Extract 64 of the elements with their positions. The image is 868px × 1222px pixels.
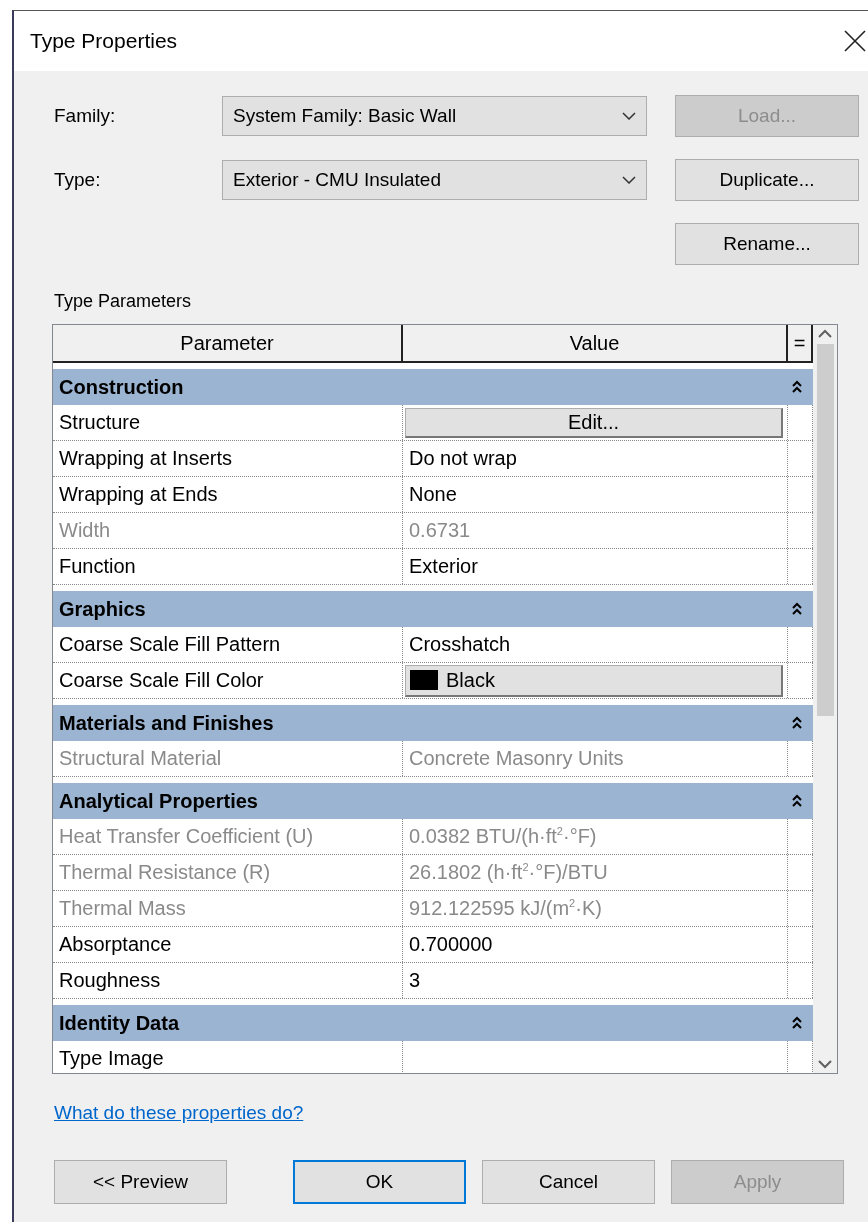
close-icon[interactable] [844,30,866,52]
section-label: Type Parameters [54,291,193,312]
group-header[interactable]: Construction [53,369,813,405]
value-text: 0.6731 [409,519,471,542]
group-title: Analytical Properties [59,789,258,813]
dialog-button[interactable]: OK [293,1160,466,1204]
dropdown-caret-icon [622,112,636,120]
dialog-button[interactable]: Cancel [482,1160,655,1204]
collapse-icon[interactable] [791,602,803,616]
value-text: 0.0382 BTU/(h·ft$^{2}$·°F) [409,825,597,848]
scroll-up-icon[interactable] [818,329,832,338]
window-title: Type Properties [30,29,178,53]
value-text: Crosshatch [409,633,511,656]
family-label: Family: [54,105,117,127]
value-text: None [409,483,457,506]
collapse-icon[interactable] [791,1016,803,1030]
value-text: Do not wrap [409,447,517,470]
collapse-icon[interactable] [791,716,803,730]
value-text: 0.700000 [409,933,493,956]
group-title: Materials and Finishes [59,711,274,735]
group-title: Identity Data [59,1011,180,1035]
parameter-name: Coarse Scale Fill Color [59,669,264,692]
value-text: 912.122595 kJ/(m$^{2}$·K) [409,897,602,920]
group-header[interactable]: Analytical Properties [53,783,813,819]
group-header[interactable]: Materials and Finishes [53,705,813,741]
parameter-name: Structural Material [59,747,222,770]
type-label: Type: [54,169,102,191]
value-text: 26.1802 (h·ft$^{2}$·°F)/BTU [409,861,608,884]
parameter-name: Coarse Scale Fill Pattern [59,633,281,656]
parameter-name: Width [59,519,111,542]
column-header[interactable]: = [788,325,813,361]
group-title: Graphics [59,597,146,621]
group-header[interactable]: Identity Data [53,1005,813,1041]
family-dropdown[interactable]: System Family: Basic Wall [222,96,647,136]
group-title: Construction [59,375,184,399]
scroll-thumb[interactable] [816,344,834,716]
parameter-name: Absorptance [59,933,172,956]
help-link[interactable]: What do these properties do? [54,1102,304,1124]
column-header[interactable]: Value [403,325,788,361]
scroll-down-icon[interactable] [818,1060,832,1069]
parameter-name: Structure [59,411,141,434]
edit-button[interactable]: Edit... [405,407,783,438]
column-header[interactable]: Parameter [53,325,403,361]
dropdown-caret-icon [622,176,636,184]
side-button[interactable]: Duplicate... [675,159,859,201]
collapse-icon[interactable] [791,380,803,394]
parameter-name: Wrapping at Inserts [59,447,233,470]
parameter-name: Roughness [59,969,161,992]
side-button[interactable]: Rename... [675,223,859,265]
parameter-name: Wrapping at Ends [59,483,218,506]
collapse-icon[interactable] [791,794,803,808]
group-header[interactable]: Graphics [53,591,813,627]
value-text: Exterior [409,555,478,578]
parameter-name: Function [59,555,136,578]
dialog-button[interactable]: << Preview [54,1160,227,1204]
parameter-name: Thermal Mass [59,897,186,920]
scrollbar[interactable] [813,325,837,1073]
value-text: Concrete Masonry Units [409,747,624,770]
parameter-name: Heat Transfer Coefficient (U) [59,825,314,848]
parameter-name: Thermal Resistance (R) [59,861,271,884]
type-dropdown[interactable]: Exterior - CMU Insulated [222,160,647,200]
color-button[interactable]: Black [405,664,783,697]
parameter-name: Type Image [59,1047,164,1070]
value-text: 3 [409,969,421,992]
